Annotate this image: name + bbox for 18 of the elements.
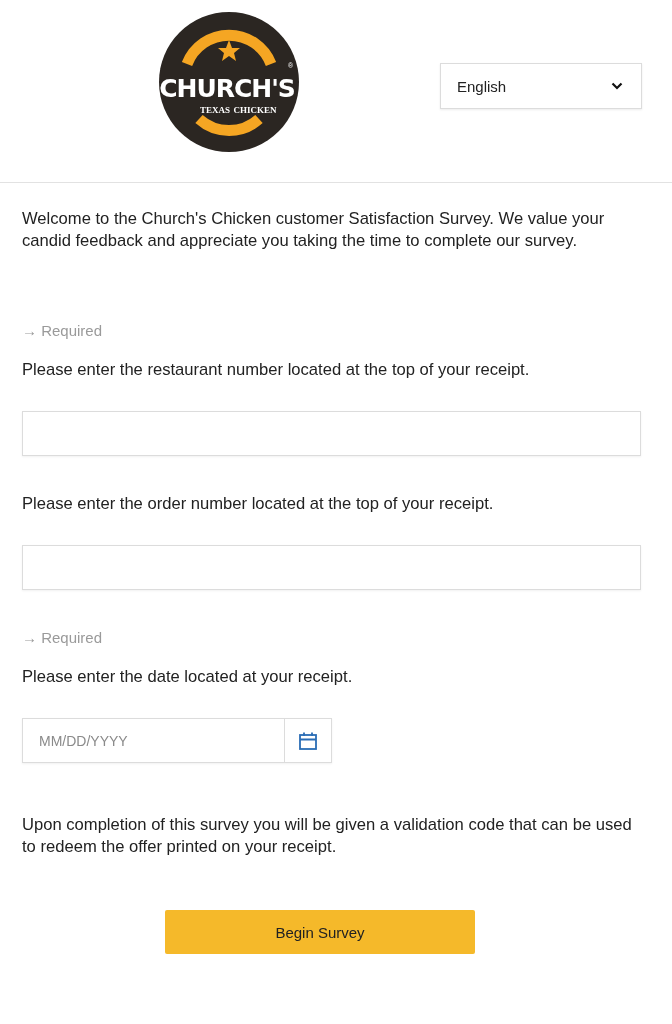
input-field[interactable]	[22, 411, 641, 456]
calendar-button[interactable]	[284, 719, 331, 762]
input-field[interactable]	[22, 545, 641, 590]
intro-text: Welcome to the Church's Chicken customer Satisfaction Survey. We value your candid feedback and appreciate you taking the time to complete our survey.	[22, 208, 606, 252]
logo-text: CHURCH'S	[159, 74, 295, 103]
closing-text: Upon completion of this survey you will be given a validation code that can be used to redeem the offer printed on your receipt.	[22, 814, 633, 858]
date-field[interactable]: MM/DD/YYYY	[22, 718, 332, 763]
question-label: Please enter the order number located at the top of your receipt.	[22, 493, 495, 515]
chevron-down-icon	[611, 82, 623, 90]
calendar-icon	[298, 730, 318, 751]
logo-tagline: TEXAS	[200, 105, 230, 115]
begin-survey-button[interactable]: Begin Survey	[165, 910, 475, 954]
required-note: → Required	[22, 321, 104, 341]
question-label: Please enter the restaurant number located at the top of your receipt.	[22, 359, 531, 381]
logo-tagline: CHICKEN	[233, 105, 277, 115]
language-select[interactable]: English	[440, 63, 642, 109]
required-note: → Required	[22, 628, 104, 648]
question-label: Please enter the date located at your receipt.	[22, 666, 354, 688]
